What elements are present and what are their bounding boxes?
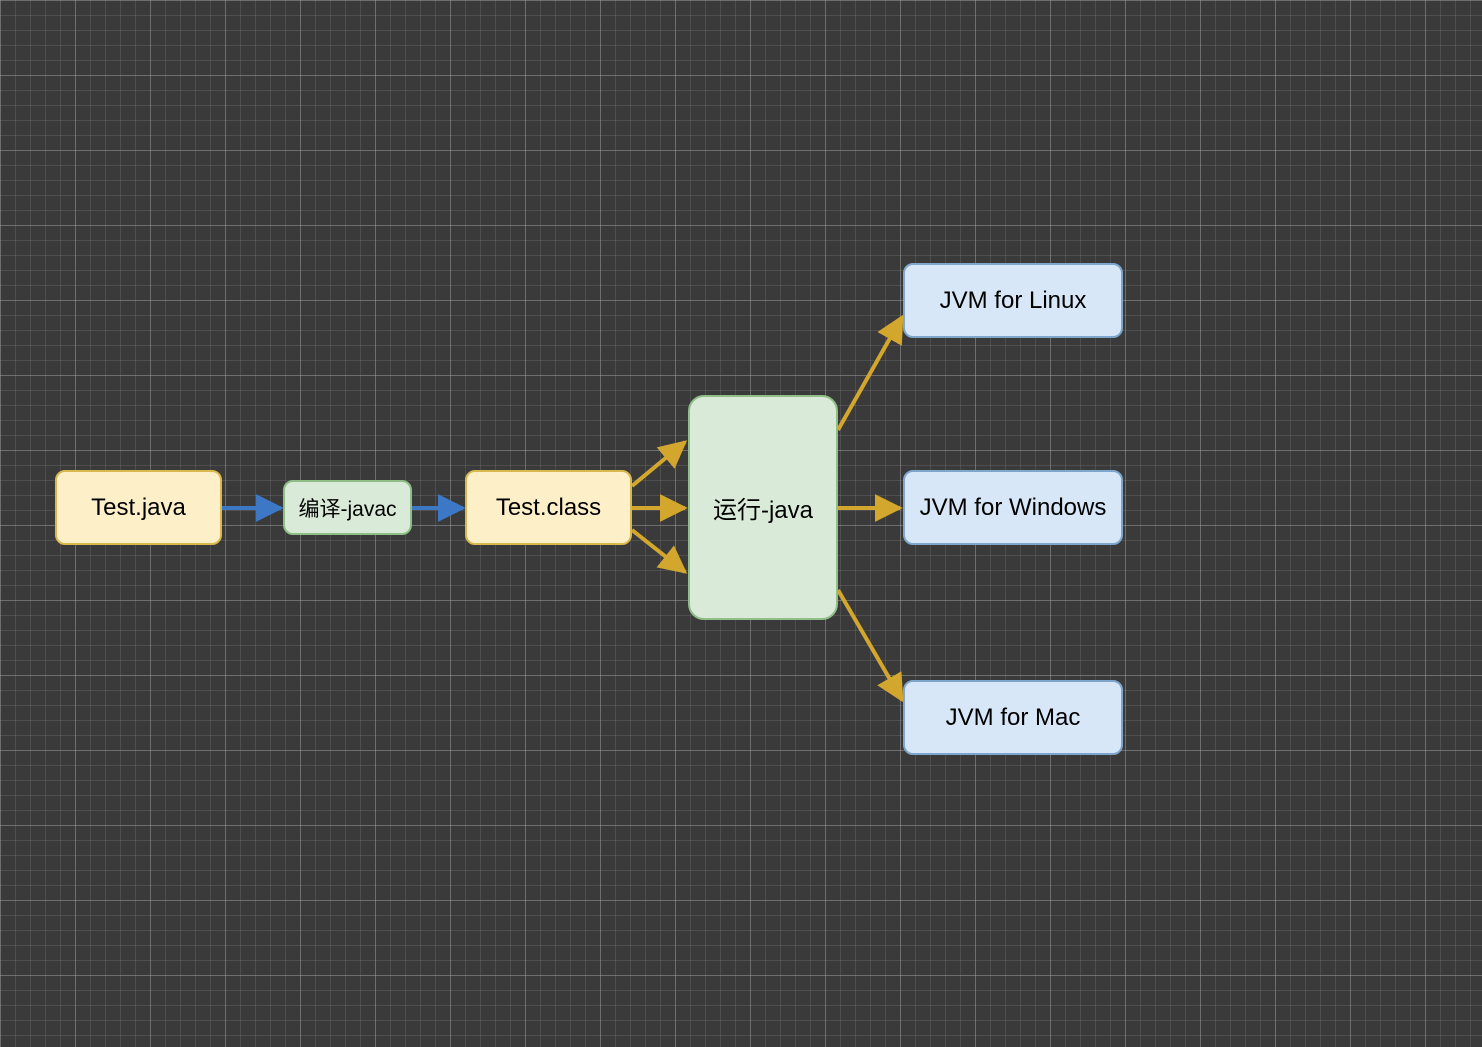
edge-run-linux <box>838 317 902 430</box>
node-run-java[interactable]: 运行-java <box>688 395 838 620</box>
edge-testclass-run-top <box>632 442 685 486</box>
node-test-java[interactable]: Test.java <box>55 470 222 545</box>
node-test-class[interactable]: Test.class <box>465 470 632 545</box>
node-jvm-windows[interactable]: JVM for Windows <box>903 470 1123 545</box>
node-jvm-linux[interactable]: JVM for Linux <box>903 263 1123 338</box>
edge-testclass-run-bot <box>632 530 685 572</box>
diagram-canvas[interactable]: Test.java 编译-javac Test.class 运行-java JV… <box>0 0 1482 1047</box>
node-jvm-mac[interactable]: JVM for Mac <box>903 680 1123 755</box>
node-compile-javac[interactable]: 编译-javac <box>283 480 412 535</box>
edge-run-mac <box>838 590 902 700</box>
